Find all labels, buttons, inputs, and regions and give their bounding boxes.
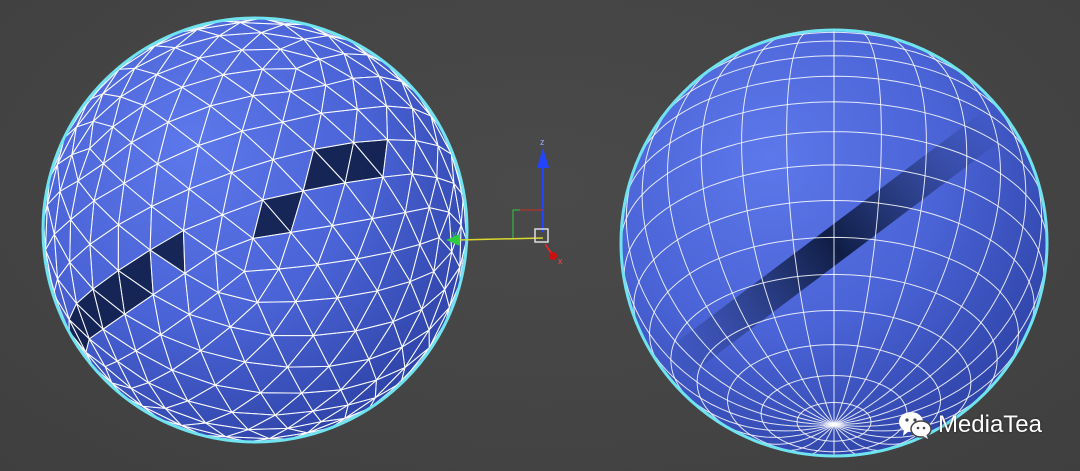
gizmo-z-arrow[interactable] [537,148,549,168]
uv-sphere-object[interactable] [619,28,1049,458]
gizmo-x-arrow[interactable] [549,252,557,260]
wechat-icon [898,412,932,439]
gizmo-y-label: y [452,229,457,239]
gizmo-z-label: z [540,137,545,147]
gizmo-x-axis[interactable] [544,243,553,255]
gizmo-y-axis[interactable] [457,237,544,241]
gizmo-center-handle[interactable] [534,228,549,243]
watermark: MediaTea [898,411,1042,439]
3d-viewport[interactable]: z y x MediaTea [0,0,1080,471]
gizmo-plane-corner[interactable] [512,209,543,238]
geosphere-object[interactable] [41,16,469,444]
viewport-scene[interactable]: z y x [0,0,1080,471]
gizmo-x-label: x [558,256,563,266]
watermark-text: MediaTea [937,411,1042,438]
